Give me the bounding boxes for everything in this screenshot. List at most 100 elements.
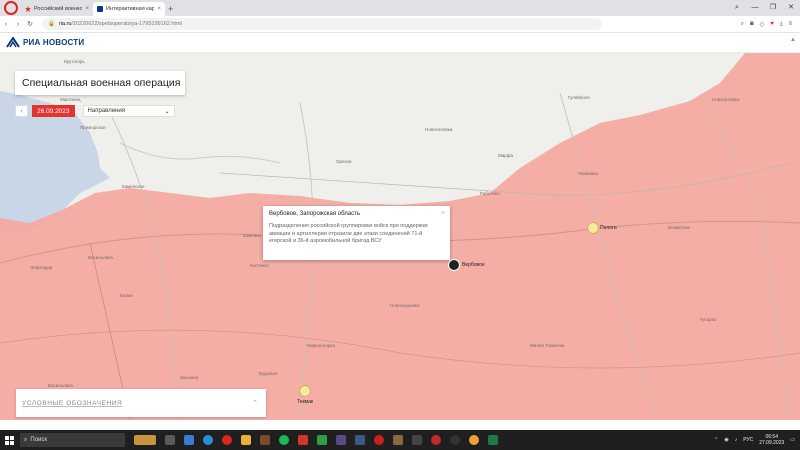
game-app-2-icon[interactable] xyxy=(393,435,403,445)
tab-title: Интерактивная карта сп xyxy=(106,6,155,12)
browser-tab-bar: Российский военкор от × Интерактивная ка… xyxy=(0,0,800,16)
reload-icon[interactable]: ↻ xyxy=(24,20,36,28)
marker-label: Вербовое xyxy=(462,262,485,268)
taskbar-search[interactable]: ⌕ Поиск xyxy=(20,433,125,447)
direction-select-value: Направления xyxy=(87,108,125,114)
game-app-icon[interactable] xyxy=(260,435,270,445)
heart-icon[interactable]: ♥ xyxy=(770,21,774,28)
menu-icon[interactable]: ≡ xyxy=(788,21,792,28)
spotify-icon[interactable] xyxy=(279,435,289,445)
search-tabs-icon[interactable]: ⌕ xyxy=(728,0,746,16)
town-label: Червоногорка xyxy=(306,343,335,348)
shield-icon[interactable]: ◇ xyxy=(760,21,765,28)
volume-icon[interactable]: ♪ xyxy=(735,437,738,443)
town-label: Марфа xyxy=(498,153,514,158)
town-label: Орехов xyxy=(336,159,352,164)
counter-app-icon[interactable] xyxy=(298,435,308,445)
current-date[interactable]: 26.09.2023 xyxy=(32,105,75,117)
pology-marker-icon[interactable] xyxy=(587,222,599,234)
maximize-icon[interactable]: ❐ xyxy=(764,0,782,16)
town-label: Блакитное xyxy=(668,225,691,230)
media-app-icon[interactable] xyxy=(336,435,346,445)
ria-favicon-icon xyxy=(97,6,103,12)
chevron-up-icon[interactable]: ⌃ xyxy=(714,437,718,443)
minimize-icon[interactable]: — xyxy=(746,0,764,16)
record-app-icon[interactable] xyxy=(431,435,441,445)
previous-date-button[interactable]: ‹ xyxy=(15,105,28,117)
opera-logo-icon[interactable] xyxy=(4,1,18,15)
town-label: Новоселовка xyxy=(425,127,453,132)
close-tab-icon[interactable]: × xyxy=(157,6,161,12)
download-icon[interactable]: ⤓ xyxy=(780,21,783,28)
widgets-app-icon[interactable] xyxy=(134,435,156,445)
town-label: Моховое xyxy=(180,375,199,380)
amd-app-icon[interactable] xyxy=(469,435,479,445)
steam-icon[interactable] xyxy=(355,435,365,445)
back-icon[interactable]: ‹ xyxy=(0,21,12,28)
folder-icon[interactable] xyxy=(241,435,251,445)
town-label: Гусарка xyxy=(700,317,717,322)
town-label: Марганец xyxy=(60,97,81,102)
new-tab-button[interactable]: + xyxy=(168,2,178,16)
forward-icon[interactable]: › xyxy=(12,21,24,28)
clock[interactable]: 06:54 27.09.2023 xyxy=(759,434,784,446)
chevron-down-icon: ⌄ xyxy=(164,108,170,115)
town-label: Балки xyxy=(120,293,133,298)
scroll-up-icon[interactable]: ▲ xyxy=(790,37,796,43)
network-icon[interactable]: ◉ xyxy=(724,437,728,443)
browser-tab-2[interactable]: Интерактивная карта сп × xyxy=(93,2,165,16)
camera-icon[interactable]: ◙ xyxy=(750,21,754,28)
town-label: Работино xyxy=(480,191,500,196)
close-icon[interactable]: × xyxy=(441,210,445,217)
chevron-up-icon[interactable]: ⌃ xyxy=(252,399,258,407)
town-label: Каменка xyxy=(243,233,261,238)
task-view-icon[interactable] xyxy=(165,435,175,445)
screen: Российский военкор от × Интерактивная ка… xyxy=(0,0,800,450)
town-label: Трудовое xyxy=(258,371,278,376)
marker-label: Пологи xyxy=(600,225,617,231)
ria-logo-icon[interactable] xyxy=(6,37,20,48)
town-label: Приморское xyxy=(80,125,106,130)
town-label: Каменское xyxy=(122,184,145,189)
edge-icon[interactable] xyxy=(203,435,213,445)
town-label: Крутогорь xyxy=(64,59,85,64)
clock-date: 27.09.2023 xyxy=(759,440,785,446)
direction-select[interactable]: Направления ⌄ xyxy=(82,105,175,117)
obs-icon[interactable] xyxy=(450,435,460,445)
town-label: Васильевка xyxy=(88,255,113,260)
dark-app-icon[interactable] xyxy=(412,435,422,445)
town-label: Энергодар xyxy=(30,265,53,270)
town-label: Новосёловка xyxy=(712,97,740,102)
keyboard-language[interactable]: РУС xyxy=(743,437,753,443)
opera-browser-icon[interactable] xyxy=(374,435,384,445)
url-path: /20220622/spetsoperatsiya-1795199162.htm… xyxy=(71,21,182,27)
search-icon[interactable]: ⌕ xyxy=(741,21,744,28)
close-window-icon[interactable]: ✕ xyxy=(782,0,800,16)
lock-icon: 🔒 xyxy=(48,21,55,27)
address-bar: ‹ › ↻ 🔒 ria.ru /20220622/spetsoperatsiya… xyxy=(0,16,800,33)
url-field[interactable]: 🔒 ria.ru /20220622/spetsoperatsiya-17951… xyxy=(42,18,602,30)
brand-name[interactable]: РИА НОВОСТИ xyxy=(23,38,84,47)
town-label: Чапаевка xyxy=(578,171,598,176)
interactive-map[interactable]: Крутогорь Марганец Никополь Приморское К… xyxy=(0,53,800,420)
browser-tab-1[interactable]: Российский военкор от × xyxy=(21,2,93,16)
close-tab-icon[interactable]: × xyxy=(85,6,89,12)
opera-gx-icon[interactable] xyxy=(222,435,232,445)
tab-title: Российский военкор от xyxy=(34,6,83,12)
excel-icon[interactable] xyxy=(488,435,498,445)
legend-panel[interactable]: УСЛОВНЫЕ ОБОЗНАЧЕНИЯ ⌃ xyxy=(16,389,266,417)
notifications-icon[interactable]: ▭ xyxy=(790,437,795,443)
tokmak-marker-icon[interactable] xyxy=(299,385,311,397)
town-label: Гуляйполе xyxy=(568,95,590,100)
event-popup: Вербовое, Запорожская область Подразделе… xyxy=(263,206,450,260)
site-header: РИА НОВОСТИ ▲ xyxy=(0,33,800,53)
artillery-marker-icon[interactable] xyxy=(448,259,460,271)
town-label: Малая Токмачка xyxy=(530,343,565,348)
legend-title: УСЛОВНЫЕ ОБОЗНАЧЕНИЯ xyxy=(22,399,123,407)
star-favicon-icon xyxy=(25,6,31,12)
network-app-icon[interactable] xyxy=(184,435,194,445)
windows-start-icon[interactable] xyxy=(0,430,18,450)
extension-icons: ⌕ ◙ ◇ ♥ ⤓ ≡ xyxy=(741,21,800,28)
town-label: Костенко xyxy=(250,263,269,268)
green-app-icon[interactable] xyxy=(317,435,327,445)
